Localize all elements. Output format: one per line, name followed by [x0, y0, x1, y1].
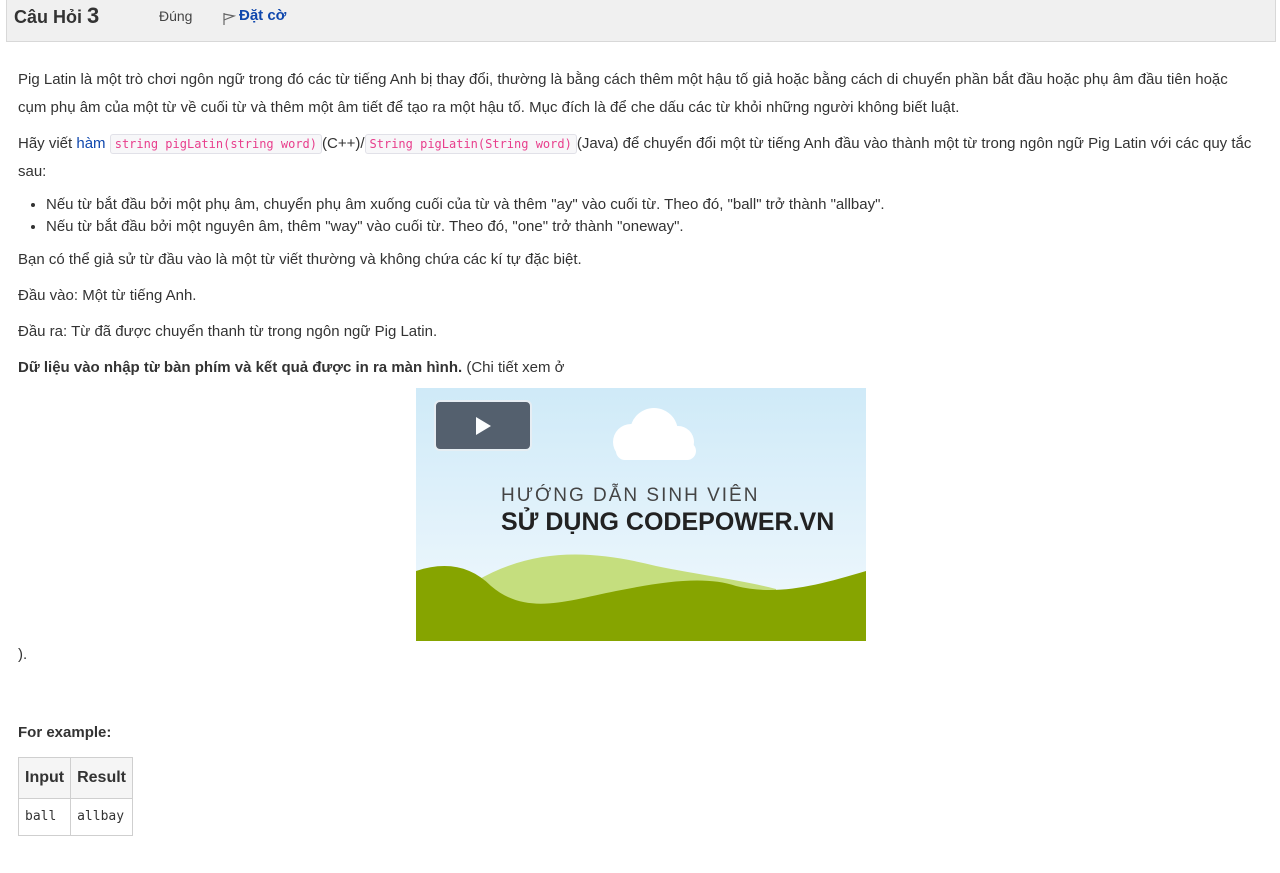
io-note-bold: Dữ liệu vào nhập từ bàn phím và kết quả … — [18, 359, 463, 376]
question-number: Câu Hỏi 3 — [14, 3, 99, 29]
task-prefix: Hãy viết — [18, 135, 77, 152]
flag-icon — [223, 13, 236, 25]
table-row: ball allbay — [17, 798, 133, 836]
video-play-button[interactable] — [434, 400, 532, 451]
column-header-result: Result — [70, 757, 133, 799]
closing-paren: ). — [18, 646, 28, 663]
hills-decoration — [416, 554, 866, 641]
play-icon — [476, 416, 491, 435]
task-mid: (C++)/ — [322, 135, 365, 152]
tutorial-video[interactable]: HƯỚNG DẪN SINH VIÊN SỬ DỤNG CODEPOWER.VN — [416, 388, 866, 641]
task-paragraph: Hãy viết hàm string pigLatin(string word… — [18, 130, 1258, 186]
intro-paragraph: Pig Latin là một trò chơi ngôn ngữ trong… — [18, 71, 1228, 116]
video-title-line1: HƯỚNG DẪN SINH VIÊN — [501, 485, 760, 506]
rule-item: Nếu từ bắt đầu bởi một nguyên âm, thêm "… — [46, 216, 1258, 238]
io-note-rest: (Chi tiết xem ở — [462, 359, 565, 376]
question-text: Pig Latin là một trò chơi ngôn ngữ trong… — [17, 66, 1258, 836]
code-cpp: string pigLatin(string word) — [109, 134, 323, 154]
function-link[interactable]: hàm — [76, 135, 105, 152]
input-description: Đầu vào: Một từ tiếng Anh. — [18, 287, 197, 304]
cell-result: allbay — [70, 798, 133, 836]
assumption-text: Bạn có thể giả sử từ đầu vào là một từ v… — [18, 251, 582, 268]
cell-input: ball — [17, 798, 72, 836]
video-title-line2: SỬ DỤNG CODEPOWER.VN — [501, 508, 835, 536]
flag-question-button[interactable]: Đặt cờ — [222, 7, 286, 26]
question-state: Đúng — [159, 8, 193, 24]
question-number-value: 3 — [87, 3, 100, 28]
code-java: String pigLatin(String word) — [364, 134, 577, 154]
question-info-bar: Câu Hỏi 3 Đúng Đặt cờ — [6, 0, 1276, 42]
column-header-input: Input — [17, 757, 72, 799]
table-header-row: Input Result — [17, 757, 133, 799]
io-note: Dữ liệu vào nhập từ bàn phím và kết quả … — [18, 354, 1258, 382]
example-table: Input Result ball allbay — [17, 757, 133, 836]
rules-list: Nếu từ bắt đầu bởi một phụ âm, chuyển ph… — [18, 194, 1258, 238]
example-heading: For example: — [18, 724, 112, 741]
cloud-decoration — [613, 408, 696, 460]
rule-item: Nếu từ bắt đầu bởi một phụ âm, chuyển ph… — [46, 194, 1258, 216]
question-label: Câu Hỏi — [14, 7, 83, 27]
output-description: Đầu ra: Từ đã được chuyển thanh từ trong… — [18, 323, 438, 340]
flag-label: Đặt cờ — [239, 7, 287, 24]
